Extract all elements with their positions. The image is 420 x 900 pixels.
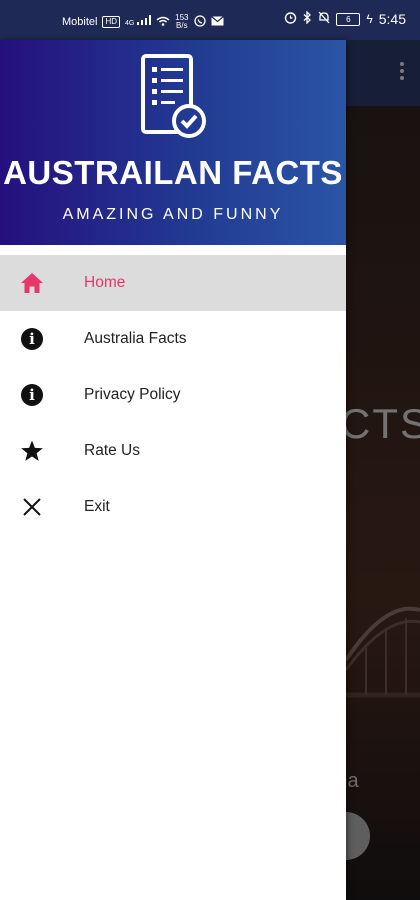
menu-item-home[interactable]: Home [0,255,346,311]
close-icon [20,495,44,519]
home-icon [20,271,44,295]
battery-icon: 6 [336,12,361,26]
mute-icon [318,11,330,27]
signal-icon: 4G [125,15,152,29]
menu-item-label: Exit [84,498,110,515]
menu-item-label: Privacy Policy [84,386,181,403]
star-icon [20,439,44,463]
bluetooth-icon [303,10,312,27]
menu-item-exit[interactable]: Exit [0,479,346,535]
whatsapp-icon [193,14,206,30]
checklist-document-icon [141,54,206,138]
menu-item-label: Rate Us [84,442,140,459]
carrier-name: Mobitel [62,16,98,28]
navigation-drawer: AUSTRAILAN FACTS AMAZING AND FUNNY Home … [0,40,346,900]
clock-time: 5:45 [378,11,406,27]
menu-item-australia-facts[interactable]: i Australia Facts [0,311,346,367]
menu-item-privacy-policy[interactable]: i Privacy Policy [0,367,346,423]
drawer-menu: Home i Australia Facts i Privacy Policy … [0,255,346,535]
menu-item-label: Home [84,274,126,291]
info-icon: i [20,383,44,407]
menu-item-label: Australia Facts [84,330,187,347]
app-title: AUSTRAILAN FACTS [3,154,343,191]
info-icon: i [20,327,44,351]
network-speed: 153 B/s [175,13,189,30]
status-bar: Mobitel HD 4G 153 B/s 6 ϟ 5:45 [0,0,420,40]
mail-icon [210,15,224,29]
app-subtitle: AMAZING AND FUNNY [62,206,284,223]
drawer-header: AUSTRAILAN FACTS AMAZING AND FUNNY [0,40,346,245]
hd-badge: HD [102,16,121,28]
wifi-icon [156,16,170,29]
menu-item-rate-us[interactable]: Rate Us [0,423,346,479]
alarm-icon [284,11,297,27]
charging-icon: ϟ [366,12,373,26]
